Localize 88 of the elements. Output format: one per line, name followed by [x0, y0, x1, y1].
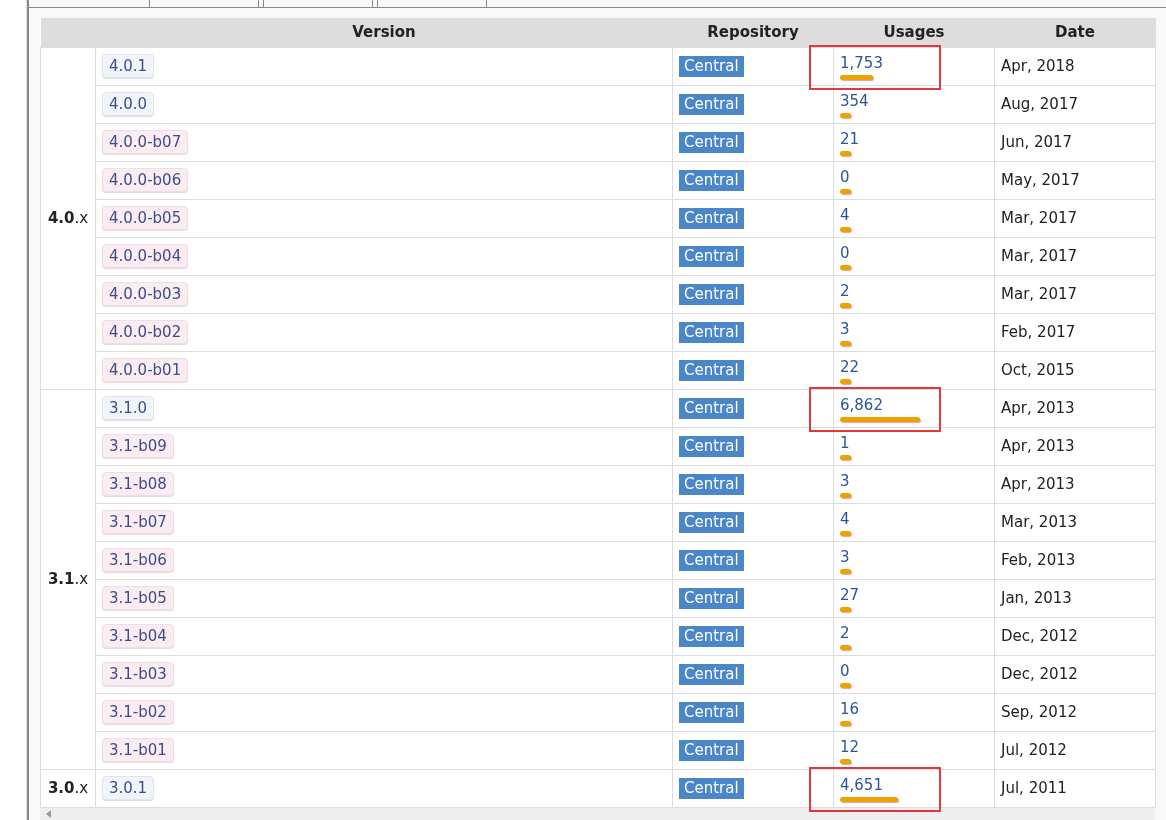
- version-link[interactable]: 3.1-b03: [102, 662, 174, 686]
- usages-link[interactable]: 3: [840, 547, 850, 566]
- repository-label: Central: [679, 283, 744, 305]
- version-group-label: 3.0.x: [47, 778, 89, 797]
- usages-link[interactable]: 22: [840, 357, 860, 376]
- usages-link[interactable]: 3: [840, 319, 850, 338]
- release-date: Sep, 2012: [1001, 702, 1077, 721]
- version-link[interactable]: 3.1-b07: [102, 510, 174, 534]
- release-date: May, 2017: [1001, 170, 1080, 189]
- version-link[interactable]: 3.1-b09: [102, 434, 174, 458]
- usages-link[interactable]: 16: [840, 699, 860, 718]
- repository-label: Central: [679, 207, 744, 229]
- release-date: Jul, 2011: [1001, 778, 1067, 797]
- column-header: Repository: [707, 23, 799, 41]
- release-date: Apr, 2013: [1001, 474, 1075, 493]
- release-date: Jan, 2013: [1001, 588, 1072, 607]
- version-link[interactable]: 4.0.0: [102, 92, 155, 116]
- repository-label: Central: [679, 397, 744, 419]
- repository-label: Central: [679, 625, 744, 647]
- repository-label: Central: [679, 131, 744, 153]
- release-date: Jun, 2017: [1001, 132, 1073, 151]
- release-date: Mar, 2017: [1001, 284, 1077, 303]
- usages-link[interactable]: 12: [840, 737, 860, 756]
- usages-link[interactable]: 354: [840, 91, 869, 110]
- release-date: Apr, 2018: [1001, 56, 1075, 75]
- version-link[interactable]: 4.0.1: [102, 54, 155, 78]
- usages-link[interactable]: 1: [840, 433, 850, 452]
- repository-label: Central: [679, 435, 744, 457]
- usages-link[interactable]: 2: [840, 623, 850, 642]
- repository-label: Central: [679, 321, 744, 343]
- release-date: Aug, 2017: [1001, 94, 1078, 113]
- release-date: Apr, 2013: [1001, 398, 1075, 417]
- release-date: Feb, 2013: [1001, 550, 1076, 569]
- repository-label: Central: [679, 777, 744, 799]
- version-group-label: 4.0.x: [47, 208, 89, 227]
- release-date: Mar, 2017: [1001, 208, 1077, 227]
- version-link[interactable]: 4.0.0-b07: [102, 130, 189, 154]
- scroll-left-icon[interactable]: [46, 809, 51, 818]
- release-date: Mar, 2013: [1001, 512, 1077, 531]
- release-date: Dec, 2012: [1001, 664, 1078, 683]
- usages-link[interactable]: 3: [840, 471, 850, 490]
- repository-label: Central: [679, 739, 744, 761]
- repository-label: Central: [679, 169, 744, 191]
- usages-link[interactable]: 0: [840, 661, 850, 680]
- version-link[interactable]: 3.1-b08: [102, 472, 174, 496]
- release-date: Apr, 2013: [1001, 436, 1075, 455]
- repository-label: Central: [679, 359, 744, 381]
- version-link[interactable]: 4.0.0-b04: [102, 244, 189, 268]
- usages-link[interactable]: 4: [840, 205, 850, 224]
- usages-link[interactable]: 4,651: [840, 775, 883, 794]
- usages-link[interactable]: 4: [840, 509, 850, 528]
- version-link[interactable]: 3.1-b05: [102, 586, 174, 610]
- release-date: Mar, 2017: [1001, 246, 1077, 265]
- usages-link[interactable]: 27: [840, 585, 860, 604]
- repository-label: Central: [679, 549, 744, 571]
- version-link[interactable]: 4.0.0-b03: [102, 282, 189, 306]
- version-link[interactable]: 4.0.0-b05: [102, 206, 189, 230]
- version-link[interactable]: 4.0.0-b01: [102, 358, 189, 382]
- usages-link[interactable]: 1,753: [840, 53, 883, 72]
- version-link[interactable]: 3.1-b06: [102, 548, 174, 572]
- repository-label: Central: [679, 587, 744, 609]
- usages-link[interactable]: 0: [840, 167, 850, 186]
- version-link[interactable]: 4.0.0-b06: [102, 168, 189, 192]
- version-link[interactable]: 3.1-b02: [102, 700, 174, 724]
- usages-link[interactable]: 0: [840, 243, 850, 262]
- release-date: Dec, 2012: [1001, 626, 1078, 645]
- column-header: Date: [1055, 23, 1095, 41]
- release-date: Feb, 2017: [1001, 322, 1076, 341]
- version-link[interactable]: 3.0.1: [102, 776, 155, 800]
- version-group-label: 3.1.x: [47, 569, 89, 588]
- version-link[interactable]: 3.1-b01: [102, 738, 174, 762]
- repository-label: Central: [679, 473, 744, 495]
- usages-link[interactable]: 6,862: [840, 395, 883, 414]
- repository-label: Central: [679, 245, 744, 267]
- usages-link[interactable]: 2: [840, 281, 850, 300]
- repository-label: Central: [679, 511, 744, 533]
- version-link[interactable]: 4.0.0-b02: [102, 320, 189, 344]
- release-date: Oct, 2015: [1001, 360, 1075, 379]
- repository-label: Central: [679, 701, 744, 723]
- repository-label: Central: [679, 93, 744, 115]
- version-link[interactable]: 3.1-b04: [102, 624, 174, 648]
- release-date: Jul, 2012: [1001, 740, 1067, 759]
- repository-label: Central: [679, 663, 744, 685]
- version-link[interactable]: 3.1.0: [102, 396, 155, 420]
- repository-label: Central: [679, 55, 744, 77]
- column-header: Version: [352, 23, 416, 41]
- column-header: Usages: [883, 23, 945, 41]
- usages-link[interactable]: 21: [840, 129, 860, 148]
